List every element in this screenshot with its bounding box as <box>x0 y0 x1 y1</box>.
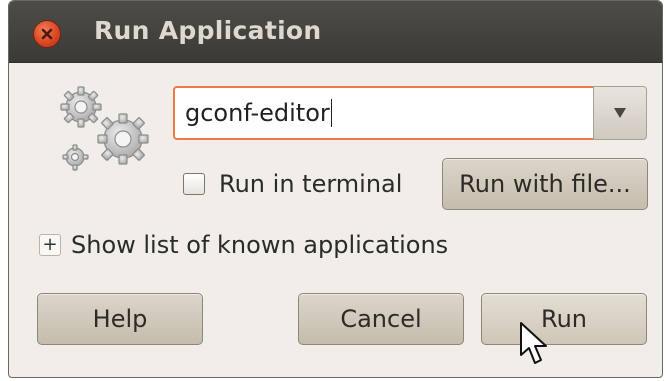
command-input[interactable]: gconf-editor <box>173 86 595 140</box>
command-input-text: gconf-editor <box>185 99 330 127</box>
gears-icon <box>60 86 149 171</box>
help-button[interactable]: Help <box>37 293 203 345</box>
cancel-button[interactable]: Cancel <box>298 293 464 345</box>
close-button[interactable] <box>33 20 61 48</box>
run-with-file-button[interactable]: Run with file... <box>442 158 648 210</box>
run-application-dialog: Run Application gconf-editor Run in term… <box>8 0 663 378</box>
command-combobox[interactable]: gconf-editor <box>173 86 647 140</box>
run-in-terminal-checkbox[interactable] <box>183 173 205 195</box>
expander-plus-icon[interactable]: + <box>39 234 61 256</box>
close-icon <box>41 28 53 40</box>
expander-label: Show list of known applications <box>71 231 449 259</box>
run-button[interactable]: Run <box>481 293 647 345</box>
run-in-terminal-row[interactable]: Run in terminal <box>183 166 402 202</box>
known-applications-expander[interactable]: + Show list of known applications <box>39 227 448 263</box>
triangle-down-icon <box>614 108 626 118</box>
title-bar[interactable]: Run Application <box>9 1 662 63</box>
window-title: Run Application <box>94 16 322 45</box>
run-in-terminal-label: Run in terminal <box>219 170 403 198</box>
command-dropdown-button[interactable] <box>593 86 647 140</box>
